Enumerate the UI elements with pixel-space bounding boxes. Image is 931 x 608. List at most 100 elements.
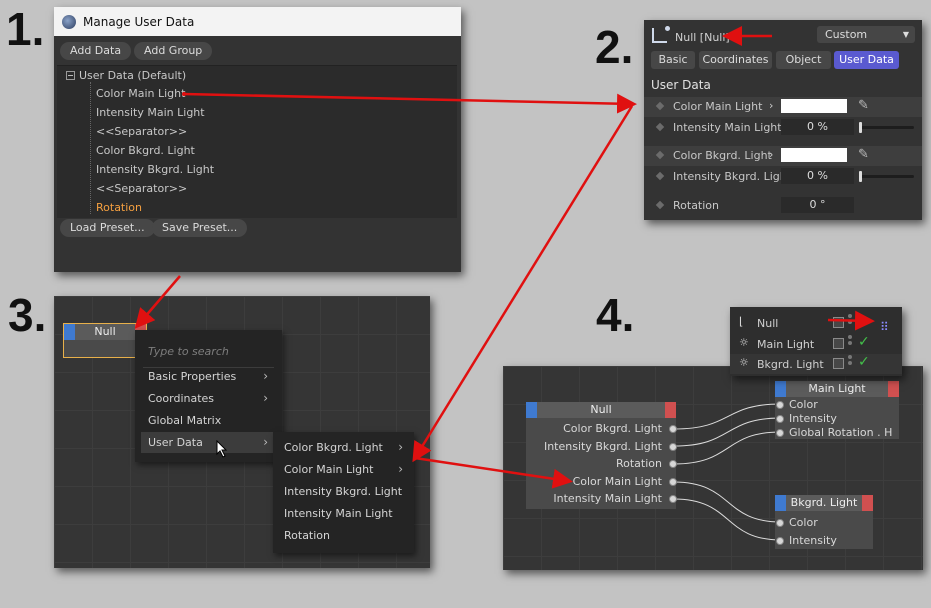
attr-label: Intensity Bkgrd. Light — [673, 170, 792, 183]
port-context-menu: Type to search Basic Properties › Coordin… — [135, 330, 282, 462]
input-port-handle[interactable] — [775, 381, 786, 397]
output-port-intensity-bkgrd-light[interactable]: Intensity Bkgrd. Light — [544, 440, 662, 453]
tab-user-data[interactable]: User Data — [834, 51, 899, 69]
rotation-input[interactable]: 0 ° — [781, 197, 854, 213]
visibility-dots-icon[interactable] — [848, 314, 852, 330]
output-port-dot[interactable] — [669, 425, 677, 433]
attr-row-intensity-main-light: Intensity Main Light 0 % — [644, 118, 922, 138]
input-port-global-rotation-h[interactable]: Global Rotation . H — [789, 426, 892, 439]
visibility-dots-icon[interactable] — [848, 355, 852, 371]
color-swatch[interactable] — [781, 99, 847, 113]
intensity-input[interactable]: 0 % — [781, 168, 854, 184]
input-port-intensity[interactable]: Intensity — [789, 534, 837, 547]
menu-item-coordinates[interactable]: Coordinates › — [141, 388, 276, 409]
main-light-node[interactable]: Main Light Color Intensity Global Rotati… — [775, 381, 899, 439]
tree-item-color-main-light[interactable]: Color Main Light — [96, 87, 185, 100]
keyframe-icon[interactable] — [655, 101, 665, 111]
input-port-dot[interactable] — [776, 537, 784, 545]
tree-item-separator[interactable]: <<Separator>> — [96, 125, 187, 138]
output-port-dot[interactable] — [669, 443, 677, 451]
object-row-main-light[interactable]: ☼ Main Light ✓ — [730, 334, 902, 354]
tree-item-separator[interactable]: <<Separator>> — [96, 182, 187, 195]
node-header[interactable]: Null — [64, 324, 146, 340]
input-port-dot[interactable] — [776, 415, 784, 423]
add-data-button[interactable]: Add Data — [60, 42, 132, 60]
layer-tag-icon[interactable] — [833, 338, 844, 349]
collapse-icon[interactable] — [66, 71, 75, 80]
intensity-slider[interactable] — [859, 122, 914, 133]
slider-knob[interactable] — [859, 171, 862, 182]
color-swatch[interactable] — [781, 148, 847, 162]
input-port-handle[interactable] — [526, 402, 537, 418]
node-graph-canvas[interactable]: Null Color Bkgrd. Light Intensity Bkgrd.… — [503, 366, 923, 570]
expand-chevron-icon[interactable]: › — [769, 148, 773, 161]
output-port-handle[interactable] — [665, 402, 676, 418]
keyframe-icon[interactable] — [655, 171, 665, 181]
output-port-color-main-light[interactable]: Color Main Light — [573, 475, 662, 488]
menu-item-basic-properties[interactable]: Basic Properties › — [141, 366, 276, 387]
tree-item-intensity-main-light[interactable]: Intensity Main Light — [96, 106, 205, 119]
tree-root-user-data[interactable]: User Data (Default) — [66, 69, 186, 82]
object-name: Main Light — [757, 338, 815, 351]
tab-object[interactable]: Object — [776, 51, 831, 69]
output-port-color-bkgrd-light[interactable]: Color Bkgrd. Light — [563, 422, 662, 435]
search-input[interactable]: Type to search — [148, 345, 229, 358]
submenu-item-color-bkgrd-light[interactable]: Color Bkgrd. Light › — [277, 437, 411, 458]
menu-item-global-matrix[interactable]: Global Matrix — [141, 410, 276, 431]
layer-tag-icon[interactable] — [833, 317, 844, 328]
checkmark-icon[interactable]: ✓ — [858, 354, 870, 370]
keyframe-icon[interactable] — [655, 150, 665, 160]
tree-item-intensity-bkgrd-light[interactable]: Intensity Bkgrd. Light — [96, 163, 214, 176]
submenu-item-color-main-light[interactable]: Color Main Light › — [277, 459, 411, 480]
xpresso-tag-icon[interactable]: ⠿ — [880, 320, 889, 334]
eyedropper-icon[interactable]: ✎ — [858, 147, 872, 163]
output-port-handle[interactable] — [888, 381, 899, 397]
intensity-slider[interactable] — [859, 171, 914, 182]
eyedropper-icon[interactable]: ✎ — [858, 98, 872, 114]
output-port-rotation[interactable]: Rotation — [616, 457, 662, 470]
input-port-dot[interactable] — [776, 519, 784, 527]
tab-basic[interactable]: Basic — [651, 51, 695, 69]
null-node[interactable]: Null Color Bkgrd. Light Intensity Bkgrd.… — [526, 402, 677, 509]
object-name: Null [Null] — [675, 31, 730, 44]
node-header[interactable]: Main Light — [775, 381, 899, 397]
input-port-color[interactable]: Color — [789, 398, 818, 411]
tree-item-rotation[interactable]: Rotation — [96, 201, 142, 214]
mode-dropdown[interactable]: Custom ▼ — [817, 26, 915, 43]
input-port-dot[interactable] — [776, 429, 784, 437]
expand-chevron-icon[interactable]: › — [769, 99, 773, 112]
save-preset-button[interactable]: Save Preset... — [152, 219, 248, 237]
input-port-dot[interactable] — [776, 401, 784, 409]
submenu-item-rotation[interactable]: Rotation — [277, 525, 411, 546]
node-header[interactable]: Bkgrd. Light — [775, 495, 873, 511]
bkgrd-light-node[interactable]: Bkgrd. Light Color Intensity — [775, 495, 873, 549]
load-preset-button[interactable]: Load Preset... — [60, 219, 155, 237]
layer-tag-icon[interactable] — [833, 358, 844, 369]
visibility-dots-icon[interactable] — [848, 335, 852, 351]
node-header[interactable]: Null — [526, 402, 676, 418]
keyframe-icon[interactable] — [655, 200, 665, 210]
output-port-dot[interactable] — [669, 478, 677, 486]
submenu-item-intensity-main-light[interactable]: Intensity Main Light — [277, 503, 411, 524]
node-editor-canvas[interactable]: Null Type to search Basic Properties › Co… — [54, 296, 430, 568]
output-port-dot[interactable] — [669, 495, 677, 503]
input-port-color[interactable]: Color — [789, 516, 818, 529]
input-port-intensity[interactable]: Intensity — [789, 412, 837, 425]
tab-coordinates[interactable]: Coordinates — [699, 51, 772, 69]
output-port-dot[interactable] — [669, 460, 677, 468]
node-title: Null — [94, 325, 116, 338]
slider-knob[interactable] — [859, 122, 862, 133]
menu-item-user-data[interactable]: User Data › — [141, 432, 276, 453]
add-group-button[interactable]: Add Group — [134, 42, 213, 60]
submenu-item-intensity-bkgrd-light[interactable]: Intensity Bkgrd. Light — [277, 481, 411, 502]
object-row-bkgrd-light[interactable]: ☼ Bkgrd. Light ✓ — [730, 354, 902, 374]
object-row-null[interactable]: ⌊ Null ⠿ — [730, 313, 902, 334]
input-port-handle[interactable] — [775, 495, 786, 511]
output-port-intensity-main-light[interactable]: Intensity Main Light — [553, 492, 662, 505]
checkmark-icon[interactable]: ✓ — [858, 334, 870, 350]
tree-item-color-bkgrd-light[interactable]: Color Bkgrd. Light — [96, 144, 195, 157]
output-port-handle[interactable] — [862, 495, 873, 511]
keyframe-icon[interactable] — [655, 122, 665, 132]
intensity-input[interactable]: 0 % — [781, 119, 854, 135]
input-port-handle[interactable] — [64, 324, 75, 340]
